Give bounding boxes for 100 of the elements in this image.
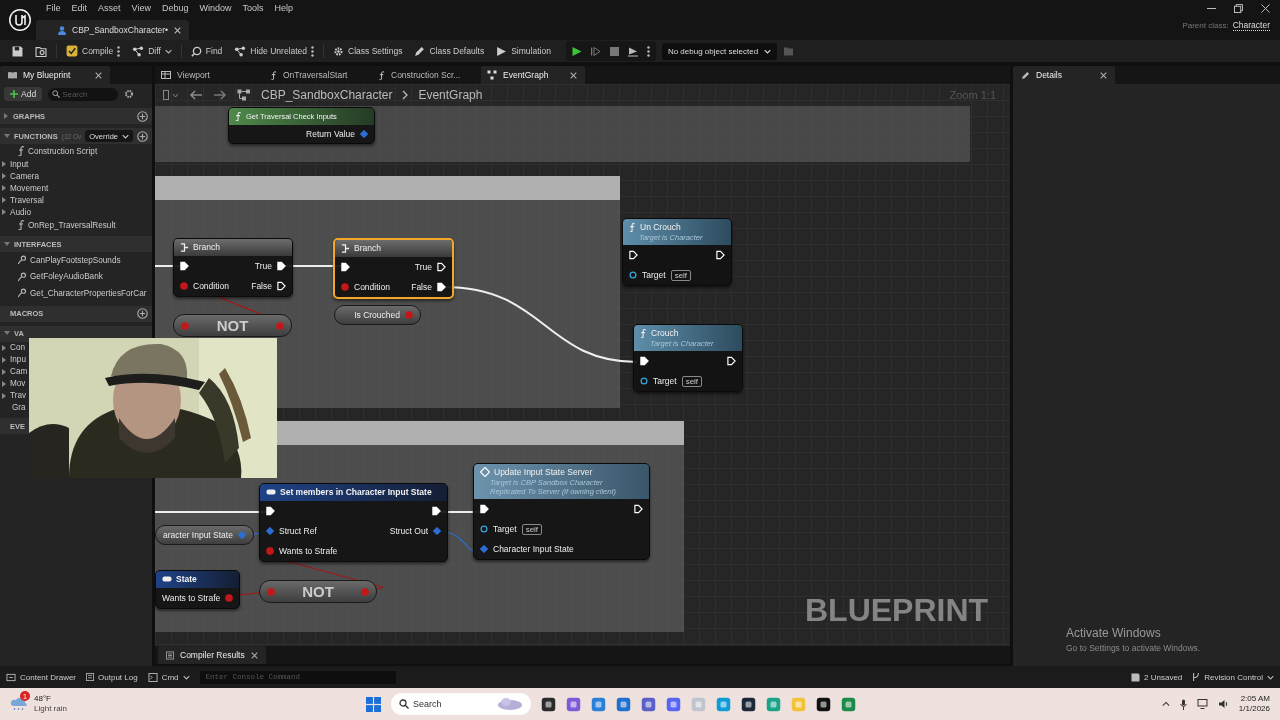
debug-object-dropdown[interactable]: No debug object selected	[661, 42, 778, 60]
expand-arrow-icon[interactable]	[4, 241, 10, 247]
expand-arrow-icon[interactable]	[2, 344, 7, 351]
add-icon[interactable]	[137, 110, 148, 122]
graph-node[interactable]: Branch True Condition False	[333, 238, 454, 299]
default-value-field[interactable]: self	[681, 375, 703, 387]
toolbar-button[interactable]: Simulation	[493, 42, 554, 60]
menu-item[interactable]: Edit	[71, 2, 99, 13]
struct-pin[interactable]	[433, 527, 441, 535]
editor-tab[interactable]: EventGraph	[481, 66, 585, 84]
parent-class-link[interactable]: Character	[1232, 20, 1270, 31]
struct-pin[interactable]	[266, 527, 274, 535]
tree-item[interactable]: OnRep_TraversalResult	[0, 218, 116, 232]
variable-node[interactable]: aracter Input State	[155, 525, 254, 545]
forward-arrow-icon[interactable]	[213, 90, 227, 100]
close-icon[interactable]	[570, 71, 577, 79]
play-icon[interactable]	[571, 45, 582, 57]
add-button[interactable]: Add	[4, 87, 43, 101]
add-icon[interactable]	[137, 130, 148, 142]
tree-item[interactable]: GetFoleyAudioBank	[0, 268, 103, 285]
toolbar-button[interactable]: Class Settings	[330, 42, 406, 60]
tree-item[interactable]: Movement	[0, 182, 49, 194]
clock[interactable]: 2:05 AM 1/1/2026	[1238, 694, 1270, 714]
output-log-button[interactable]: Output Log	[86, 672, 138, 682]
back-arrow-icon[interactable]	[189, 90, 203, 100]
add-icon[interactable]	[137, 308, 148, 319]
close-icon[interactable]	[174, 26, 182, 34]
menu-item[interactable]: Asset	[98, 2, 132, 13]
struct-pin[interactable]	[360, 130, 368, 138]
expand-arrow-icon[interactable]	[2, 173, 7, 179]
bool-pin[interactable]	[180, 282, 188, 290]
toolbar-button[interactable]: Compile	[63, 42, 124, 60]
exec-pin[interactable]	[629, 250, 638, 260]
exec-pin[interactable]	[437, 282, 446, 292]
expand-arrow-icon[interactable]	[2, 197, 7, 203]
panel-tab[interactable]: My Blueprint	[0, 66, 110, 84]
menu-item[interactable]: Window	[199, 2, 243, 13]
object-pin[interactable]	[640, 377, 648, 385]
expand-arrow-icon[interactable]	[4, 113, 9, 119]
cmd-dropdown[interactable]: Cmd	[147, 672, 190, 682]
expand-arrow-icon[interactable]	[2, 380, 7, 387]
expand-arrow-icon[interactable]	[2, 368, 7, 375]
exec-pin[interactable]	[277, 261, 286, 271]
exec-pin[interactable]	[277, 281, 286, 291]
tree-item[interactable]: Gra	[0, 401, 26, 414]
exec-pin[interactable]	[634, 504, 643, 514]
exec-pin[interactable]	[180, 261, 189, 271]
expand-arrow-icon[interactable]	[2, 161, 7, 167]
default-value-field[interactable]: self	[670, 269, 692, 281]
graph-node[interactable]: Set members in Character Input State Struct Ref Struct Out Wants to Strafe	[259, 483, 448, 562]
tree-item[interactable]: Cam	[0, 365, 28, 378]
tree-item[interactable]: Construction Script	[0, 144, 98, 158]
tree-item[interactable]: Input	[0, 158, 29, 170]
object-pin[interactable]	[629, 271, 637, 279]
exec-pin[interactable]	[341, 262, 350, 272]
exec-pin[interactable]	[437, 262, 446, 272]
toolbar-button[interactable]: Find	[187, 42, 226, 60]
windows-logo-icon[interactable]	[366, 696, 381, 712]
eject-icon[interactable]	[627, 45, 638, 57]
menu-item[interactable]: Help	[274, 2, 304, 13]
exec-pin[interactable]	[432, 506, 441, 516]
editor-tab[interactable]: Construction Scr...	[373, 66, 481, 84]
stop-icon[interactable]	[609, 46, 619, 56]
expand-arrow-icon[interactable]	[4, 133, 10, 139]
content-drawer-button[interactable]: Content Drawer	[6, 672, 77, 682]
variable-node[interactable]: Is Crouched	[334, 305, 421, 325]
tree-item[interactable]: Audio	[0, 206, 31, 218]
step-icon[interactable]	[590, 45, 601, 57]
taskbar-search-field[interactable]: Search	[391, 693, 531, 715]
document-tab[interactable]: CBP_SandboxCharacter•	[36, 20, 190, 40]
app-icon[interactable]	[741, 696, 756, 712]
breadcrumb-link[interactable]: EventGraph	[418, 88, 483, 102]
default-value-field[interactable]: self	[521, 523, 543, 535]
monitor-icon[interactable]	[1196, 699, 1208, 709]
editor-tab[interactable]: Viewport	[155, 66, 265, 84]
app-icon[interactable]	[816, 696, 831, 712]
tree-item[interactable]: Get_CharacterPropertiesForCar	[0, 285, 147, 302]
toolbar-button[interactable]: Hide Unrelated	[231, 42, 318, 60]
speaker-icon[interactable]	[1217, 699, 1229, 709]
exec-pin[interactable]	[716, 250, 725, 260]
menu-item[interactable]: Debug	[161, 2, 200, 13]
graph-node[interactable]: State Wants to Strafe	[155, 570, 240, 609]
tree-item[interactable]: Trav	[0, 389, 27, 402]
graph-node[interactable]: Branch True Condition False	[173, 238, 293, 297]
gear-icon[interactable]	[124, 89, 135, 99]
expand-arrow-icon[interactable]	[2, 356, 7, 363]
menu-item[interactable]: File	[46, 2, 72, 13]
bool-pin[interactable]	[225, 594, 234, 602]
expand-arrow-icon[interactable]	[2, 209, 7, 215]
bottom-tab[interactable]: Compiler Results	[158, 646, 266, 664]
close-icon[interactable]	[1261, 4, 1270, 13]
tree-item[interactable]: Camera	[0, 170, 40, 182]
close-icon[interactable]	[250, 651, 258, 659]
exec-pin[interactable]	[727, 356, 736, 366]
exec-pin[interactable]	[640, 356, 649, 366]
struct-pin[interactable]	[480, 545, 488, 553]
tree-item[interactable]: CanPlayFootstepSounds	[0, 252, 121, 269]
revision-control-button[interactable]: Revision Control	[1192, 672, 1274, 682]
expand-arrow-icon[interactable]	[4, 331, 10, 336]
app-icon[interactable]	[541, 696, 556, 712]
